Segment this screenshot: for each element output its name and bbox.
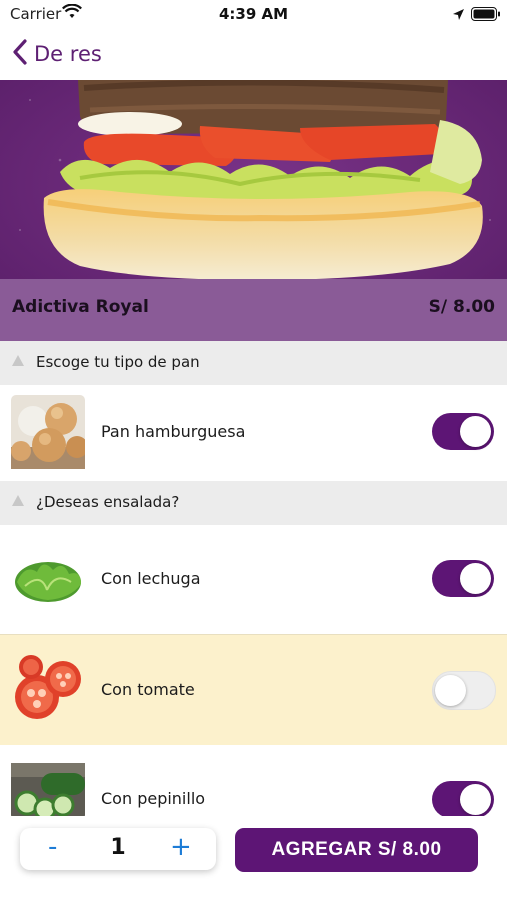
battery-icon [471,7,501,26]
bottom-action-bar: - 1 + AGREGAR S/ 8.00 [0,816,507,900]
collapse-triangle-icon [12,495,24,506]
cucumber-image [11,763,85,820]
toggle-knob [460,416,491,447]
option-row-con-tomate[interactable]: Con tomate [0,634,507,746]
con-pepinillo-toggle[interactable] [432,781,494,818]
option-row-con-pepinillo[interactable]: Con pepinillo [0,745,507,820]
toggle-knob [460,563,491,594]
back-label: De res [34,42,102,66]
bread-buns-image [11,395,85,469]
toggle-knob [460,784,491,815]
tomato-slices-image [15,655,81,719]
increment-button[interactable]: + [170,832,192,862]
add-to-cart-button[interactable]: AGREGAR S/ 8.00 [235,828,478,872]
product-name: Adictiva Royal [12,297,149,317]
option-label: Con lechuga [101,569,201,588]
nav-bar: De res [0,30,507,80]
option-label: Con pepinillo [101,789,206,808]
section-title: Escoge tu tipo de pan [36,353,200,371]
con-tomate-toggle[interactable] [432,671,496,710]
back-button[interactable]: De res [12,38,102,70]
location-arrow-icon [452,6,465,25]
option-row-con-lechuga[interactable]: Con lechuga [0,525,507,633]
product-price: S/ 8.00 [428,297,495,317]
section-header-salad[interactable]: ¿Deseas ensalada? [0,481,507,525]
status-time: 4:39 AM [218,5,289,23]
status-bar: Carrier 4:39 AM [0,0,507,30]
chevron-left-icon [12,39,28,69]
section-title: ¿Deseas ensalada? [36,493,180,511]
collapse-triangle-icon [12,355,24,366]
pan-hamburguesa-toggle[interactable] [432,413,494,450]
lettuce-image [15,562,81,602]
section-header-bread[interactable]: Escoge tu tipo de pan [0,341,507,385]
toggle-knob [435,675,466,706]
option-label: Con tomate [101,680,195,699]
quantity-stepper: - 1 + [20,828,216,870]
con-lechuga-toggle[interactable] [432,560,494,597]
option-row-pan-hamburguesa[interactable]: Pan hamburguesa [0,385,507,479]
option-label: Pan hamburguesa [101,422,246,441]
